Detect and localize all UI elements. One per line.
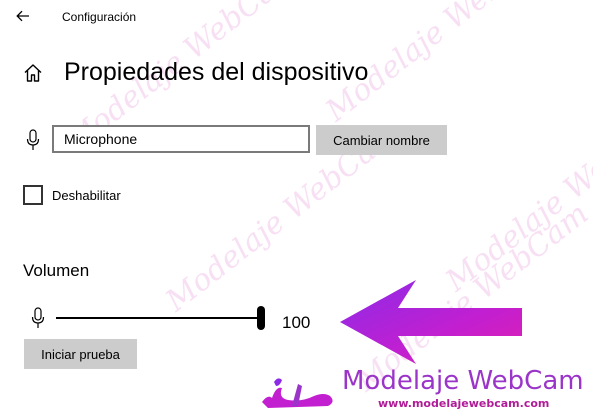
microphone-icon: [31, 307, 45, 328]
app-title: Configuración: [62, 10, 137, 24]
brand-name: Modelaje WebCam: [342, 366, 584, 396]
disable-checkbox[interactable]: [23, 185, 43, 205]
volume-slider-fill: [56, 317, 260, 319]
brand-url: www.modelajewebcam.com: [378, 397, 550, 410]
volume-heading: Volumen: [23, 261, 90, 280]
back-button[interactable]: [10, 4, 36, 28]
arrow-left-overlay-icon: [340, 280, 522, 364]
volume-value: 100: [282, 313, 311, 332]
arrow-left-icon: [16, 10, 29, 22]
volume-slider-thumb[interactable]: [257, 306, 265, 330]
start-test-button[interactable]: Iniciar prueba: [24, 339, 137, 369]
home-icon: [24, 64, 42, 82]
rename-button[interactable]: Cambiar nombre: [316, 125, 447, 155]
reclining-woman-silhouette-logo: [262, 378, 333, 408]
device-name-input[interactable]: [52, 125, 310, 153]
disable-checkbox-label: Deshabilitar: [52, 188, 121, 203]
watermark: Modelaje WebCam: [439, 96, 593, 299]
page-title: Propiedades del dispositivo: [64, 58, 369, 86]
volume-slider-track[interactable]: [56, 317, 260, 319]
microphone-icon: [26, 129, 40, 150]
